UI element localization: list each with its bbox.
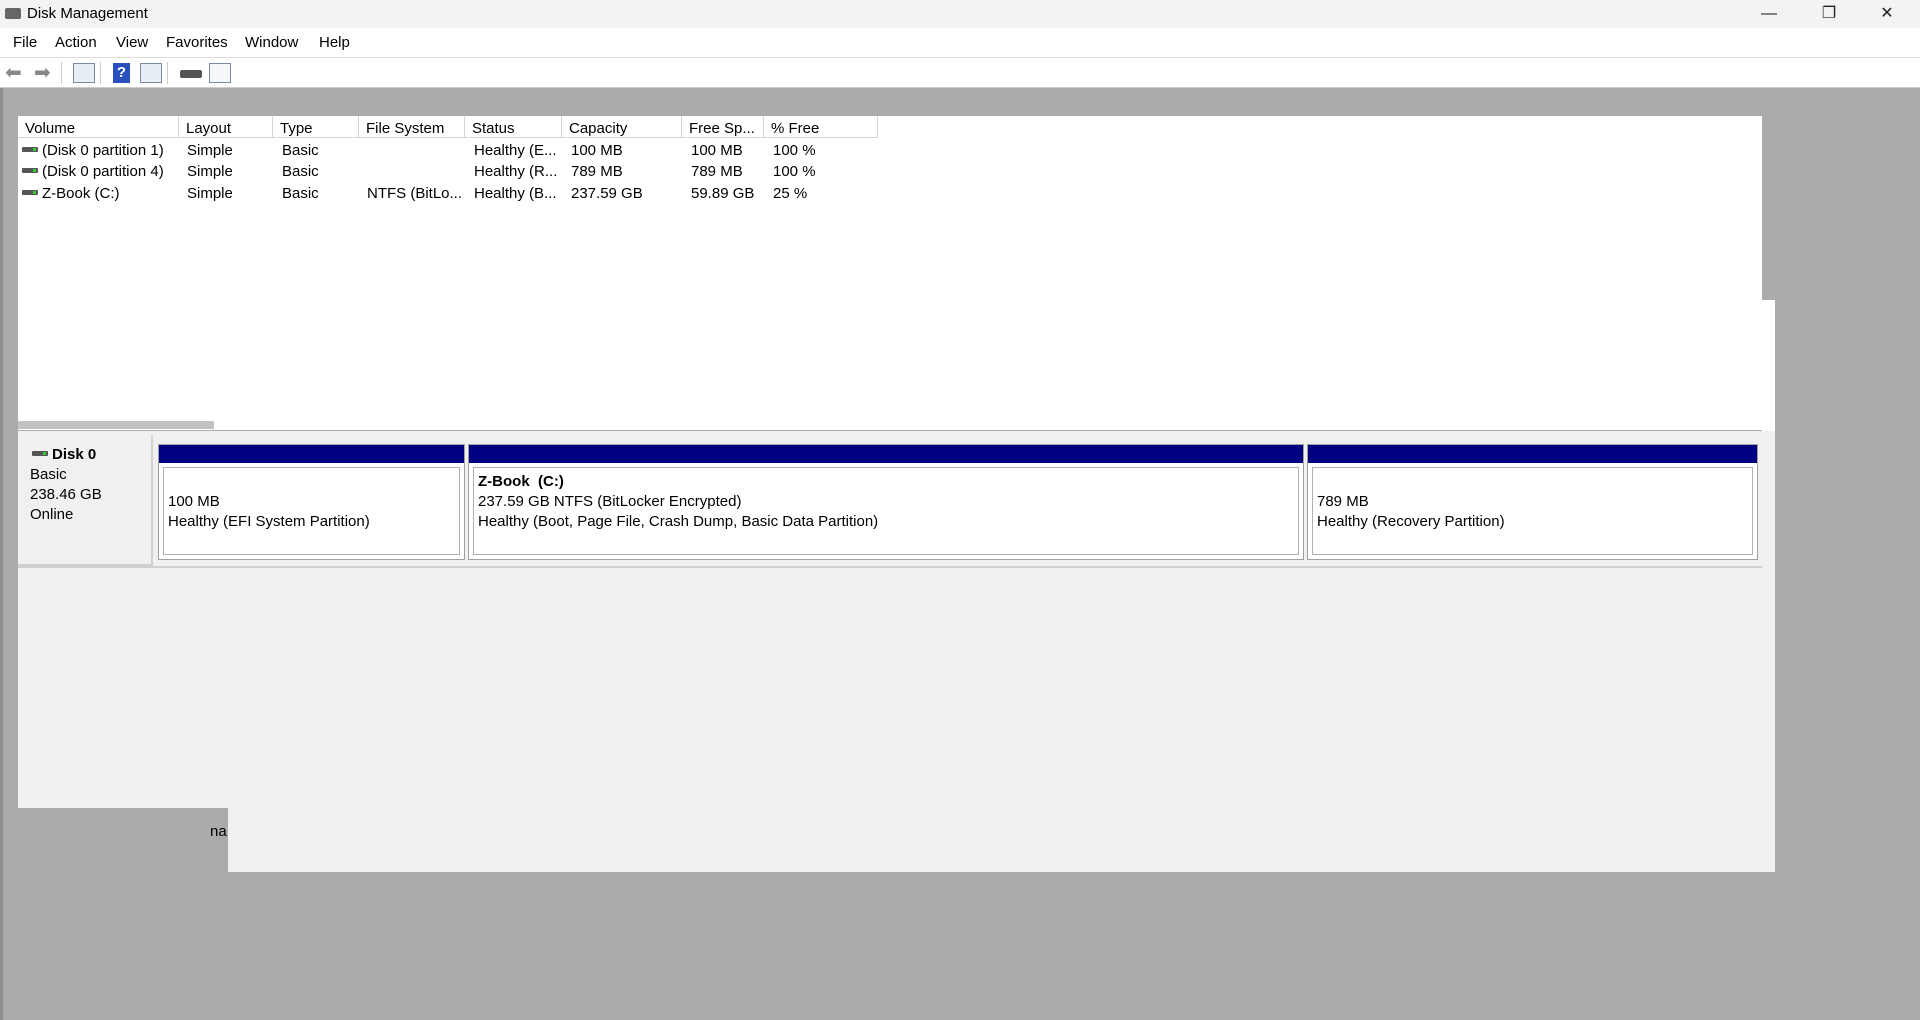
cell-layout: Simple xyxy=(187,142,233,159)
app-icon xyxy=(5,8,21,19)
toolbar: ⬅ ➡ ? xyxy=(0,58,1920,88)
cell-capacity: 237.59 GB xyxy=(571,185,643,202)
text-fragment: na xyxy=(210,823,227,840)
window-border xyxy=(0,88,3,1020)
partition-header xyxy=(159,445,464,463)
partition-name xyxy=(1317,472,1752,492)
column-free-space[interactable]: Free Sp... xyxy=(682,116,764,138)
cell-percent-free: 100 % xyxy=(773,142,816,159)
toolbar-separator xyxy=(61,62,62,84)
cell-percent-free: 25 % xyxy=(773,185,808,202)
column-layout[interactable]: Layout xyxy=(179,116,273,138)
disk-name: Disk 0 xyxy=(52,446,97,463)
menu-action[interactable]: Action xyxy=(55,34,97,51)
connect-disk-icon[interactable] xyxy=(180,70,202,78)
column-status[interactable]: Status xyxy=(465,116,562,138)
partition-size: 237.59 GB NTFS (BitLocker Encrypted) xyxy=(478,493,742,510)
volume-icon xyxy=(22,146,38,152)
close-button[interactable]: ✕ xyxy=(1858,0,1916,28)
horizontal-scrollbar[interactable] xyxy=(18,421,214,429)
cell-status: Healthy (E... xyxy=(474,142,557,159)
table-row[interactable]: Z-Book (C:) Simple Basic NTFS (BitLo... … xyxy=(18,185,918,206)
disk-type: Basic xyxy=(30,466,67,483)
partition-name xyxy=(168,472,459,492)
column-volume[interactable]: Volume xyxy=(18,116,179,138)
partition-status: Healthy (Recovery Partition) xyxy=(1317,513,1505,530)
title-bar: Disk Management — ❐ ✕ xyxy=(0,0,1920,28)
restore-button[interactable]: ❐ xyxy=(1800,0,1858,28)
forward-icon[interactable]: ➡ xyxy=(34,63,56,83)
table-row[interactable]: (Disk 0 partition 1) Simple Basic Health… xyxy=(18,142,918,163)
menu-view[interactable]: View xyxy=(116,34,148,51)
cell-free-space: 789 MB xyxy=(691,163,743,180)
partition-status: Healthy (EFI System Partition) xyxy=(168,513,370,530)
disk-label[interactable]: Disk 0 Basic 238.46 GB Online xyxy=(18,435,153,566)
cell-type: Basic xyxy=(282,142,319,159)
cell-capacity: 789 MB xyxy=(571,163,623,180)
menu-favorites[interactable]: Favorites xyxy=(166,34,228,51)
disk-status: Online xyxy=(30,506,74,523)
cell-volume: (Disk 0 partition 4) xyxy=(42,163,164,180)
volume-icon xyxy=(22,189,38,195)
partition-name: Z-Book (C:) xyxy=(478,473,564,490)
cell-file-system: NTFS (BitLo... xyxy=(367,185,463,202)
volume-icon xyxy=(22,167,38,173)
help-icon[interactable]: ? xyxy=(113,63,130,83)
minimize-button[interactable]: — xyxy=(1740,0,1798,28)
column-capacity[interactable]: Capacity xyxy=(562,116,682,138)
volume-list[interactable]: Volume Layout Type File System Status Ca… xyxy=(18,116,1762,430)
divider xyxy=(18,566,1762,568)
cell-layout: Simple xyxy=(187,163,233,180)
column-percent-free[interactable]: % Free xyxy=(764,116,878,138)
cell-volume: Z-Book (C:) xyxy=(42,185,120,202)
show-hide-console-tree-icon[interactable] xyxy=(73,63,95,83)
partition-header xyxy=(1308,445,1757,463)
cell-type: Basic xyxy=(282,163,319,180)
table-row[interactable]: (Disk 0 partition 4) Simple Basic Health… xyxy=(18,163,918,184)
toolbar-separator xyxy=(100,62,101,84)
cell-free-space: 100 MB xyxy=(691,142,743,159)
back-icon[interactable]: ⬅ xyxy=(5,63,27,83)
cell-volume: (Disk 0 partition 1) xyxy=(42,142,164,159)
toolbar-separator xyxy=(167,62,168,84)
cell-layout: Simple xyxy=(187,185,233,202)
properties-icon[interactable] xyxy=(209,63,231,83)
show-hide-action-pane-icon[interactable] xyxy=(140,63,162,83)
cell-status: Healthy (R... xyxy=(474,163,558,180)
partition-size: 100 MB xyxy=(168,493,220,510)
menu-bar: File Action View Favorites Window Help xyxy=(0,28,1920,58)
disk-icon xyxy=(32,450,48,456)
partition-size: 789 MB xyxy=(1317,493,1369,510)
partition-status: Healthy (Boot, Page File, Crash Dump, Ba… xyxy=(478,513,879,530)
partition-c[interactable]: Z-Book (C:) 237.59 GB NTFS (BitLocker En… xyxy=(468,444,1304,560)
cell-type: Basic xyxy=(282,185,319,202)
cell-free-space: 59.89 GB xyxy=(691,185,755,202)
pane-fragment xyxy=(228,808,1775,872)
menu-help[interactable]: Help xyxy=(319,34,350,51)
cell-capacity: 100 MB xyxy=(571,142,623,159)
cell-status: Healthy (B... xyxy=(474,185,557,202)
disk-size: 238.46 GB xyxy=(30,486,102,503)
partition-header xyxy=(469,445,1303,463)
partition-efi[interactable]: 100 MB Healthy (EFI System Partition) xyxy=(158,444,465,560)
column-file-system[interactable]: File System xyxy=(359,116,465,138)
window-title: Disk Management xyxy=(27,5,148,22)
partition-recovery[interactable]: 789 MB Healthy (Recovery Partition) xyxy=(1307,444,1758,560)
cell-percent-free: 100 % xyxy=(773,163,816,180)
column-type[interactable]: Type xyxy=(273,116,359,138)
menu-window[interactable]: Window xyxy=(245,34,298,51)
menu-file[interactable]: File xyxy=(13,34,37,51)
